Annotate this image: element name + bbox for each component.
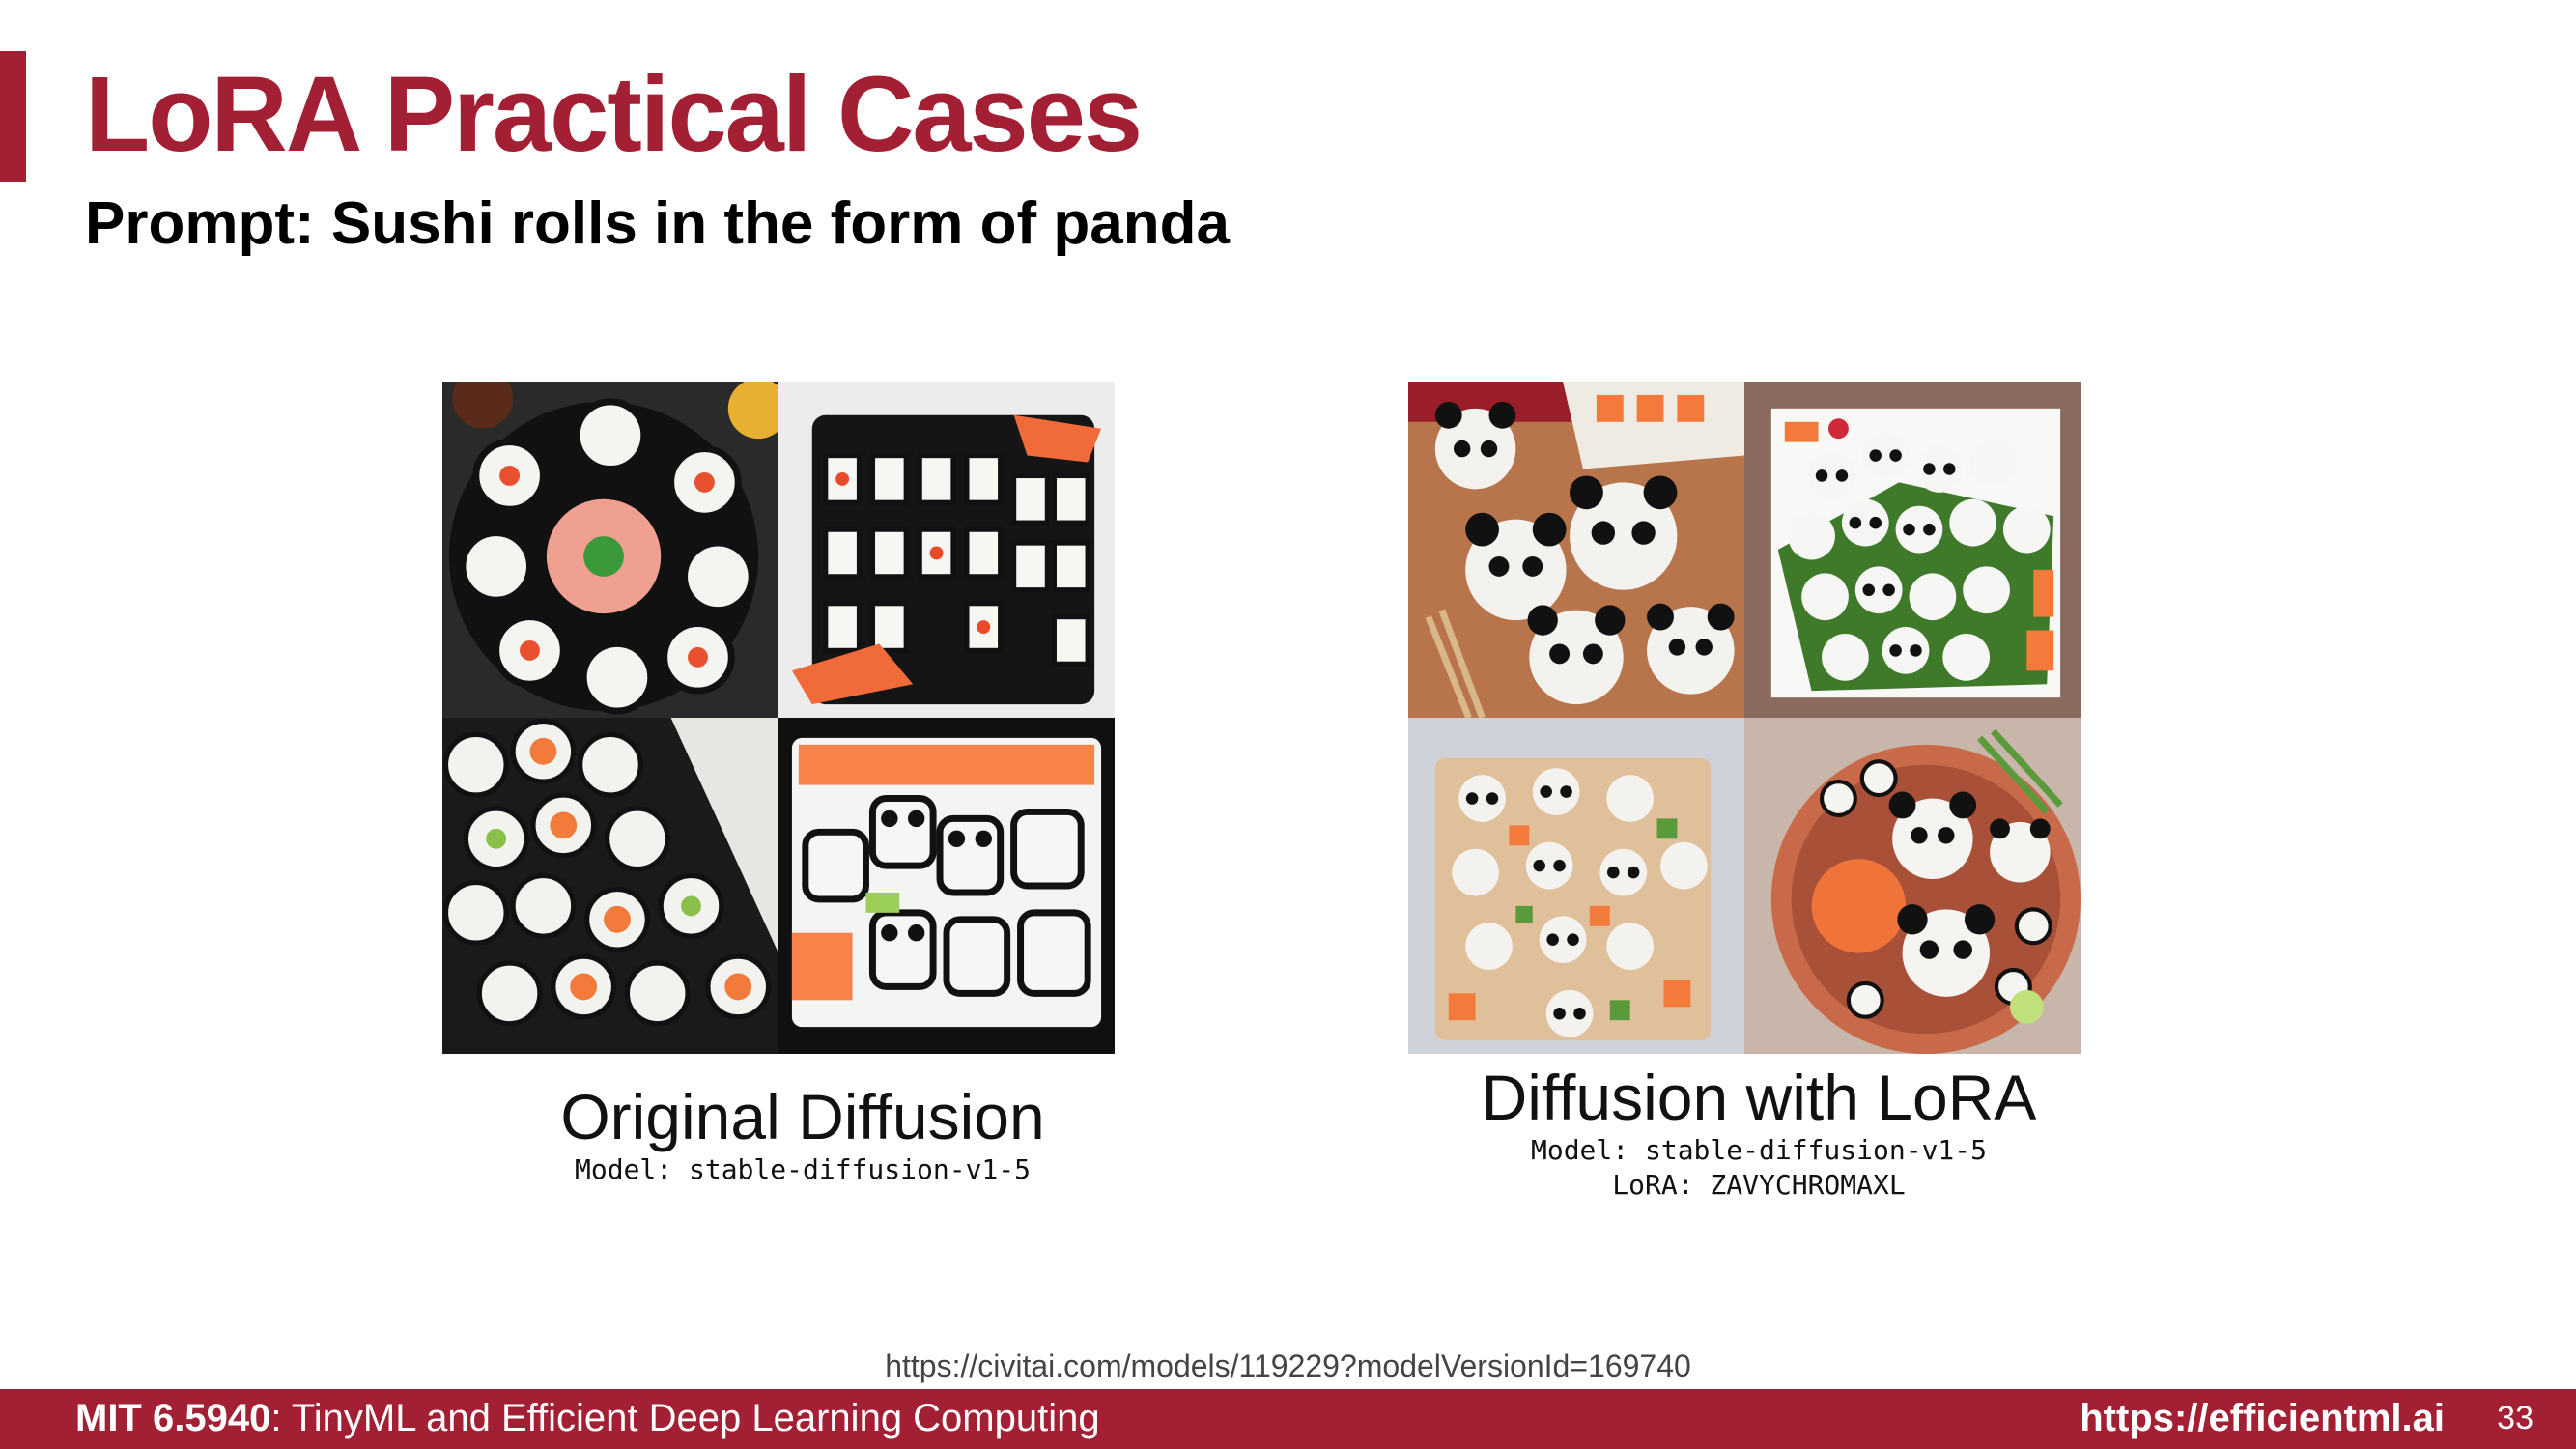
course-title: : TinyML and Efficient Deep Learning Com… bbox=[270, 1397, 1100, 1439]
original-diffusion-image-grid bbox=[442, 382, 1115, 1054]
title-accent-bar bbox=[0, 51, 26, 182]
footer-course: MIT 6.5940: TinyML and Efficient Deep Le… bbox=[75, 1397, 1100, 1440]
lora-sample-1 bbox=[1408, 382, 1744, 718]
source-link[interactable]: https://civitai.com/models/119229?modelV… bbox=[0, 1349, 2576, 1384]
lora-sample-4 bbox=[1744, 718, 2081, 1054]
lora-name-line: LoRA: ZAVYCHROMAXL bbox=[1612, 1168, 1906, 1201]
page-number: 33 bbox=[2497, 1400, 2534, 1436]
footer-bar: MIT 6.5940: TinyML and Efficient Deep Le… bbox=[0, 1389, 2576, 1449]
lora-diffusion-image-grid bbox=[1408, 382, 2081, 1054]
lora-diffusion-caption: Diffusion with LoRA Model: stable-diffus… bbox=[1324, 1063, 2194, 1203]
slide-subtitle: Prompt: Sushi rolls in the form of panda bbox=[85, 190, 1230, 257]
slide-title: LoRA Practical Cases bbox=[85, 55, 1143, 174]
original-diffusion-label: Original Diffusion bbox=[560, 1081, 1045, 1152]
original-diffusion-caption: Original Diffusion Model: stable-diffusi… bbox=[368, 1082, 1237, 1187]
original-sample-2 bbox=[778, 382, 1115, 718]
footer-website-link[interactable]: https://efficientml.ai bbox=[2080, 1397, 2445, 1440]
original-sample-3 bbox=[442, 718, 778, 1054]
lora-sample-2 bbox=[1744, 382, 2081, 718]
original-sample-1 bbox=[442, 382, 778, 718]
lora-diffusion-label: Diffusion with LoRA bbox=[1481, 1062, 2037, 1133]
lora-model-line: Model: stable-diffusion-v1-5 bbox=[1530, 1133, 1987, 1166]
original-sample-4 bbox=[778, 718, 1115, 1054]
lora-sample-3 bbox=[1408, 718, 1744, 1054]
course-code: MIT 6.5940 bbox=[75, 1397, 271, 1439]
original-model-line: Model: stable-diffusion-v1-5 bbox=[574, 1152, 1031, 1185]
